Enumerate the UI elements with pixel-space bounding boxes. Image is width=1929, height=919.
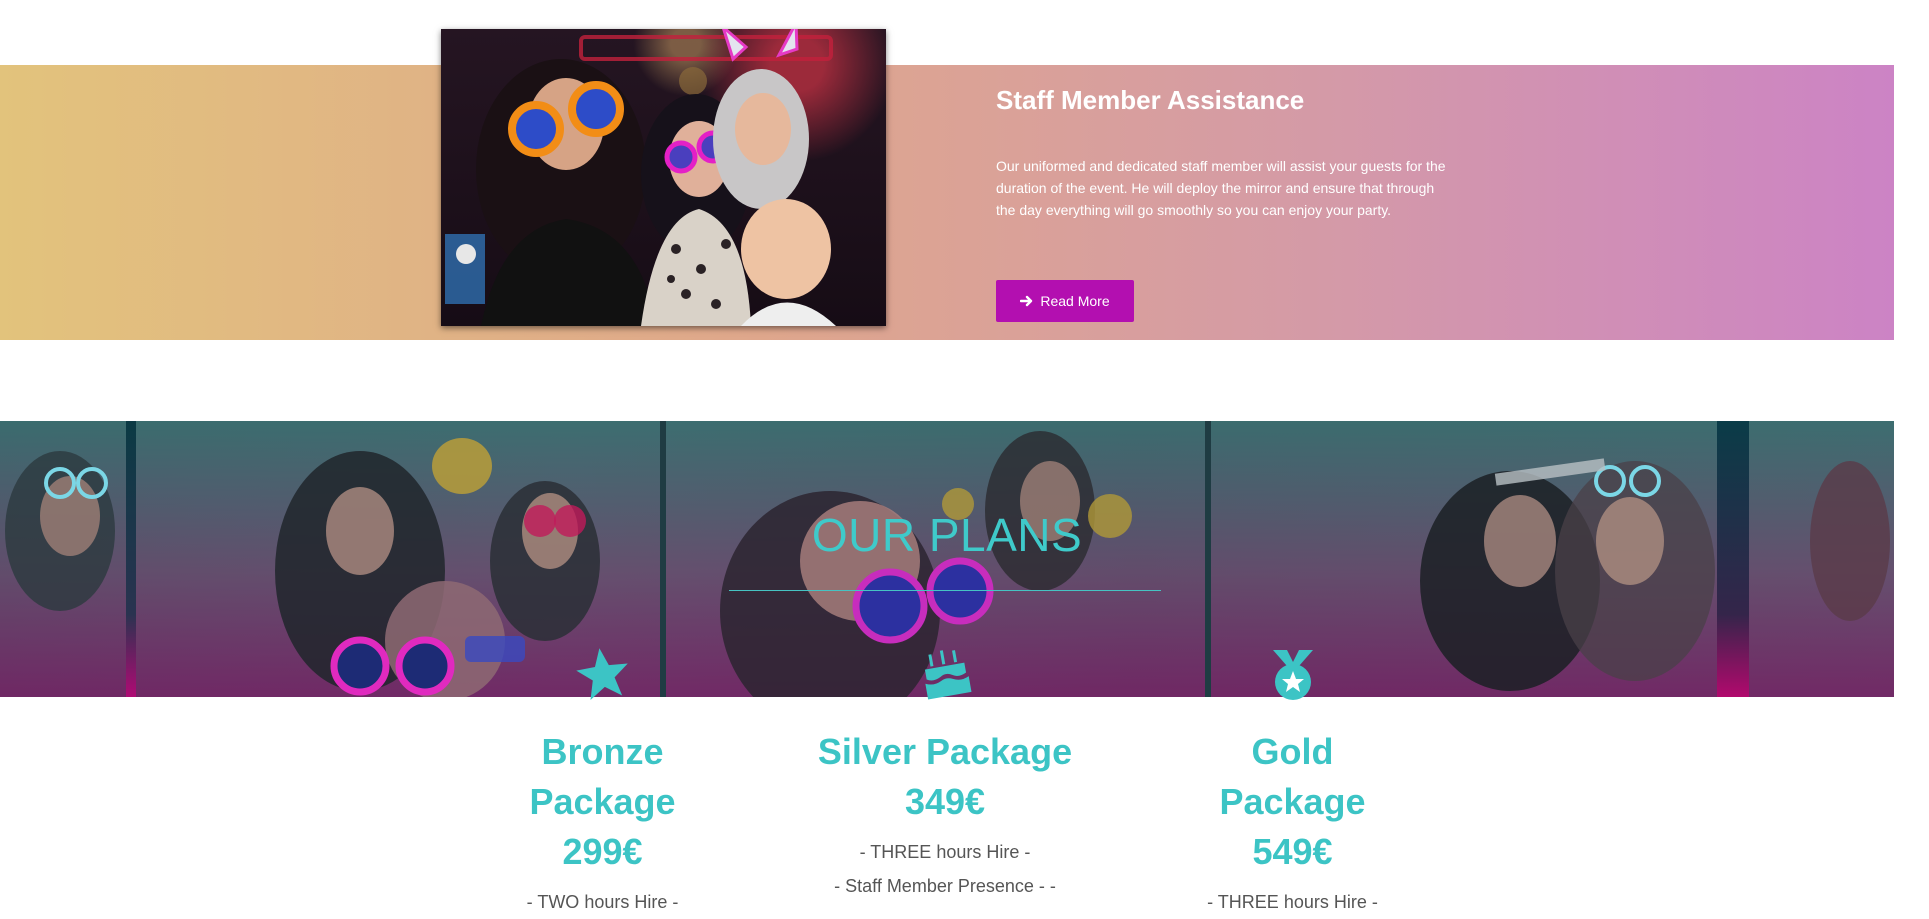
silver-package: Silver Package 349€ - THREE hours Hire -…: [810, 727, 1080, 903]
star-icon: [576, 648, 628, 700]
staff-assistance-section: [0, 65, 1894, 340]
package-feature: - THREE hours Hire -: [1207, 892, 1378, 912]
package-feature: - TWO hours Hire -: [526, 892, 679, 912]
gold-package: Gold Package 549€ - THREE hours Hire -: [1195, 727, 1390, 919]
plans-divider: [729, 590, 1161, 591]
birthday-cake-icon: [924, 650, 972, 700]
package-feature: - Staff Member Presence - -: [834, 876, 1056, 896]
bronze-package: Bronze Package 299€ - TWO hours Hire -: [505, 727, 700, 919]
medal-icon: [1273, 650, 1313, 700]
package-features: - TWO hours Hire -: [505, 885, 700, 919]
read-more-button[interactable]: Read More: [996, 280, 1134, 322]
plans-title: OUR PLANS: [811, 509, 1083, 561]
party-photo-image: [445, 29, 836, 326]
staff-title: Staff Member Assistance: [996, 85, 1305, 115]
package-features: - THREE hours Hire -: [1195, 885, 1390, 919]
package-title: Bronze Package 299€: [529, 731, 676, 872]
arrow-right-icon: [1020, 295, 1033, 307]
package-title: Silver Package 349€: [817, 731, 1073, 822]
package-feature: - THREE hours Hire -: [859, 842, 1031, 862]
read-more-label: Read More: [1040, 293, 1110, 309]
staff-description: Our uniformed and dedicated staff member…: [996, 158, 1446, 218]
staff-photo: [441, 29, 886, 326]
package-features: - THREE hours Hire - - Staff Member Pres…: [810, 835, 1080, 903]
package-title: Gold Package 549€: [1219, 731, 1366, 872]
